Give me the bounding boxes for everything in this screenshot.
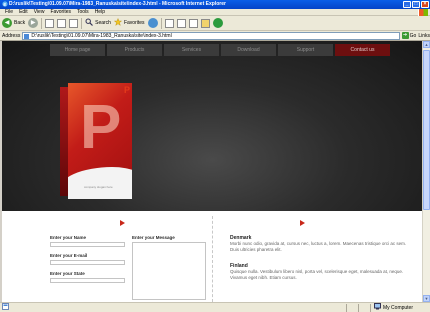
nav-download[interactable]: Download [221,44,276,56]
address-bar: Address D:\ruslik\Testing\01.09.07\Mira-… [0,31,430,41]
section-arrow-icon [300,220,305,226]
favorites-button[interactable]: Favorites [113,17,145,29]
printer-icon [176,18,186,28]
product-box-caption: company slogan here [84,185,113,189]
scroll-down-arrow-icon[interactable]: ▼ [423,295,430,302]
back-label: Back [14,20,26,26]
stop-icon [45,18,55,28]
message-label: Enter your Message [132,235,175,240]
security-zone-label: My Computer [383,304,414,311]
page-done-icon [2,303,9,312]
nav-services[interactable]: Services [164,44,219,56]
menu-favorites[interactable]: Favorites [50,9,71,15]
status-bar: My Computer [0,302,430,312]
maximize-button[interactable]: □ [412,1,420,8]
favorites-label: Favorites [123,20,145,26]
email-label: Enter your E-mail [50,253,88,258]
refresh-button[interactable] [57,17,67,29]
edit-icon [188,18,198,28]
state-field[interactable] [50,278,125,283]
menu-tools[interactable]: Tools [77,9,89,15]
main-nav: Home page Products Services Download Sup… [50,44,390,56]
go-label: Go [409,32,417,39]
windows-flag-icon [418,9,428,16]
address-input[interactable]: D:\ruslik\Testing\01.09.07\Mira-1983_Ran… [22,31,400,40]
go-button[interactable]: ➔ Go [401,32,417,39]
ie-logo-icon: e [2,1,8,8]
product-box-logo: P [124,85,131,95]
menu-edit[interactable]: Edit [19,9,28,15]
menu-bar: File Edit View Favorites Tools Help [0,9,430,16]
edit-button[interactable] [188,17,198,29]
search-button[interactable]: Search [85,17,111,29]
back-button[interactable]: ◀ Back [2,17,25,29]
product-box-letter: P [80,93,122,162]
status-cell [358,303,370,312]
nav-home-page[interactable]: Home page [50,44,105,56]
toolbar-separator [160,17,162,29]
folder-button[interactable] [200,17,210,29]
menu-file[interactable]: File [5,9,13,15]
nav-products[interactable]: Products [107,44,162,56]
scroll-thumb[interactable] [423,50,430,210]
nav-contact-us[interactable]: Contact us [335,44,390,56]
section-arrow-icon [120,220,125,226]
security-zone: My Computer [370,303,430,312]
address-value: D:\ruslik\Testing\01.09.07\Mira-1983_Ran… [31,32,172,39]
back-arrow-icon: ◀ [2,18,12,28]
product-box-image: P P company slogan here [60,83,132,201]
office-text: Morbi nunc odio, gravida at, cursus nec,… [230,241,407,252]
page-viewport: Home page Products Services Download Sup… [2,41,422,302]
links-button[interactable]: Links [418,33,430,39]
hero-banner: Home page Products Services Download Sup… [2,41,422,211]
toolbar-separator [41,17,43,29]
status-message [2,303,346,312]
star-icon [113,17,123,28]
address-label: Address [2,32,21,39]
window-title-bar: e D:\ruslik\Testing\01.09.07\Mira-1983_R… [0,0,430,9]
state-label: Enter your State [50,271,85,276]
vertical-scrollbar[interactable]: ▲ ▼ [422,41,430,302]
office-text: Quisque nulla. Vestibulum libero nisl, p… [230,269,404,280]
go-arrow-icon: ➔ [401,32,409,39]
product-box-side [60,87,68,196]
email-field[interactable] [50,260,125,265]
nav-support[interactable]: Support [278,44,333,56]
mail-icon [164,18,174,28]
history-button[interactable] [147,17,158,29]
section-divider [212,216,213,302]
folder-icon [200,18,210,28]
svg-text:e: e [3,2,6,7]
messenger-icon [212,18,223,28]
contact-section: Enter your Name Enter your E-mail Enter … [2,211,422,302]
forward-arrow-icon: ▶ [28,18,39,28]
messenger-button[interactable] [212,17,223,29]
name-label: Enter your Name [50,235,87,240]
status-cell [346,303,358,312]
search-icon [85,18,94,28]
computer-icon [374,303,381,312]
message-field[interactable] [132,242,206,300]
window-title: D:\ruslik\Testing\01.09.07\Mira-1983_Ran… [9,1,226,7]
forward-button[interactable]: ▶ [28,17,39,29]
product-box-front: P P company slogan here [68,83,132,199]
minimize-button[interactable]: _ [403,1,411,8]
toolbar: ◀ Back ▶ Search Favorites [0,16,430,31]
page-icon [24,33,30,39]
mail-button[interactable] [164,17,174,29]
toolbar-separator [81,17,83,29]
print-button[interactable] [176,17,186,29]
home-button[interactable] [69,17,79,29]
refresh-icon [57,18,67,28]
name-field[interactable] [50,242,125,247]
menu-help[interactable]: Help [95,9,105,15]
product-box-wave [68,167,132,199]
scroll-up-arrow-icon[interactable]: ▲ [423,41,430,48]
stop-button[interactable] [45,17,55,29]
history-icon [147,18,158,28]
menu-view[interactable]: View [34,9,45,15]
close-button[interactable]: × [421,1,429,8]
home-icon [69,18,79,28]
search-label: Search [95,20,111,26]
